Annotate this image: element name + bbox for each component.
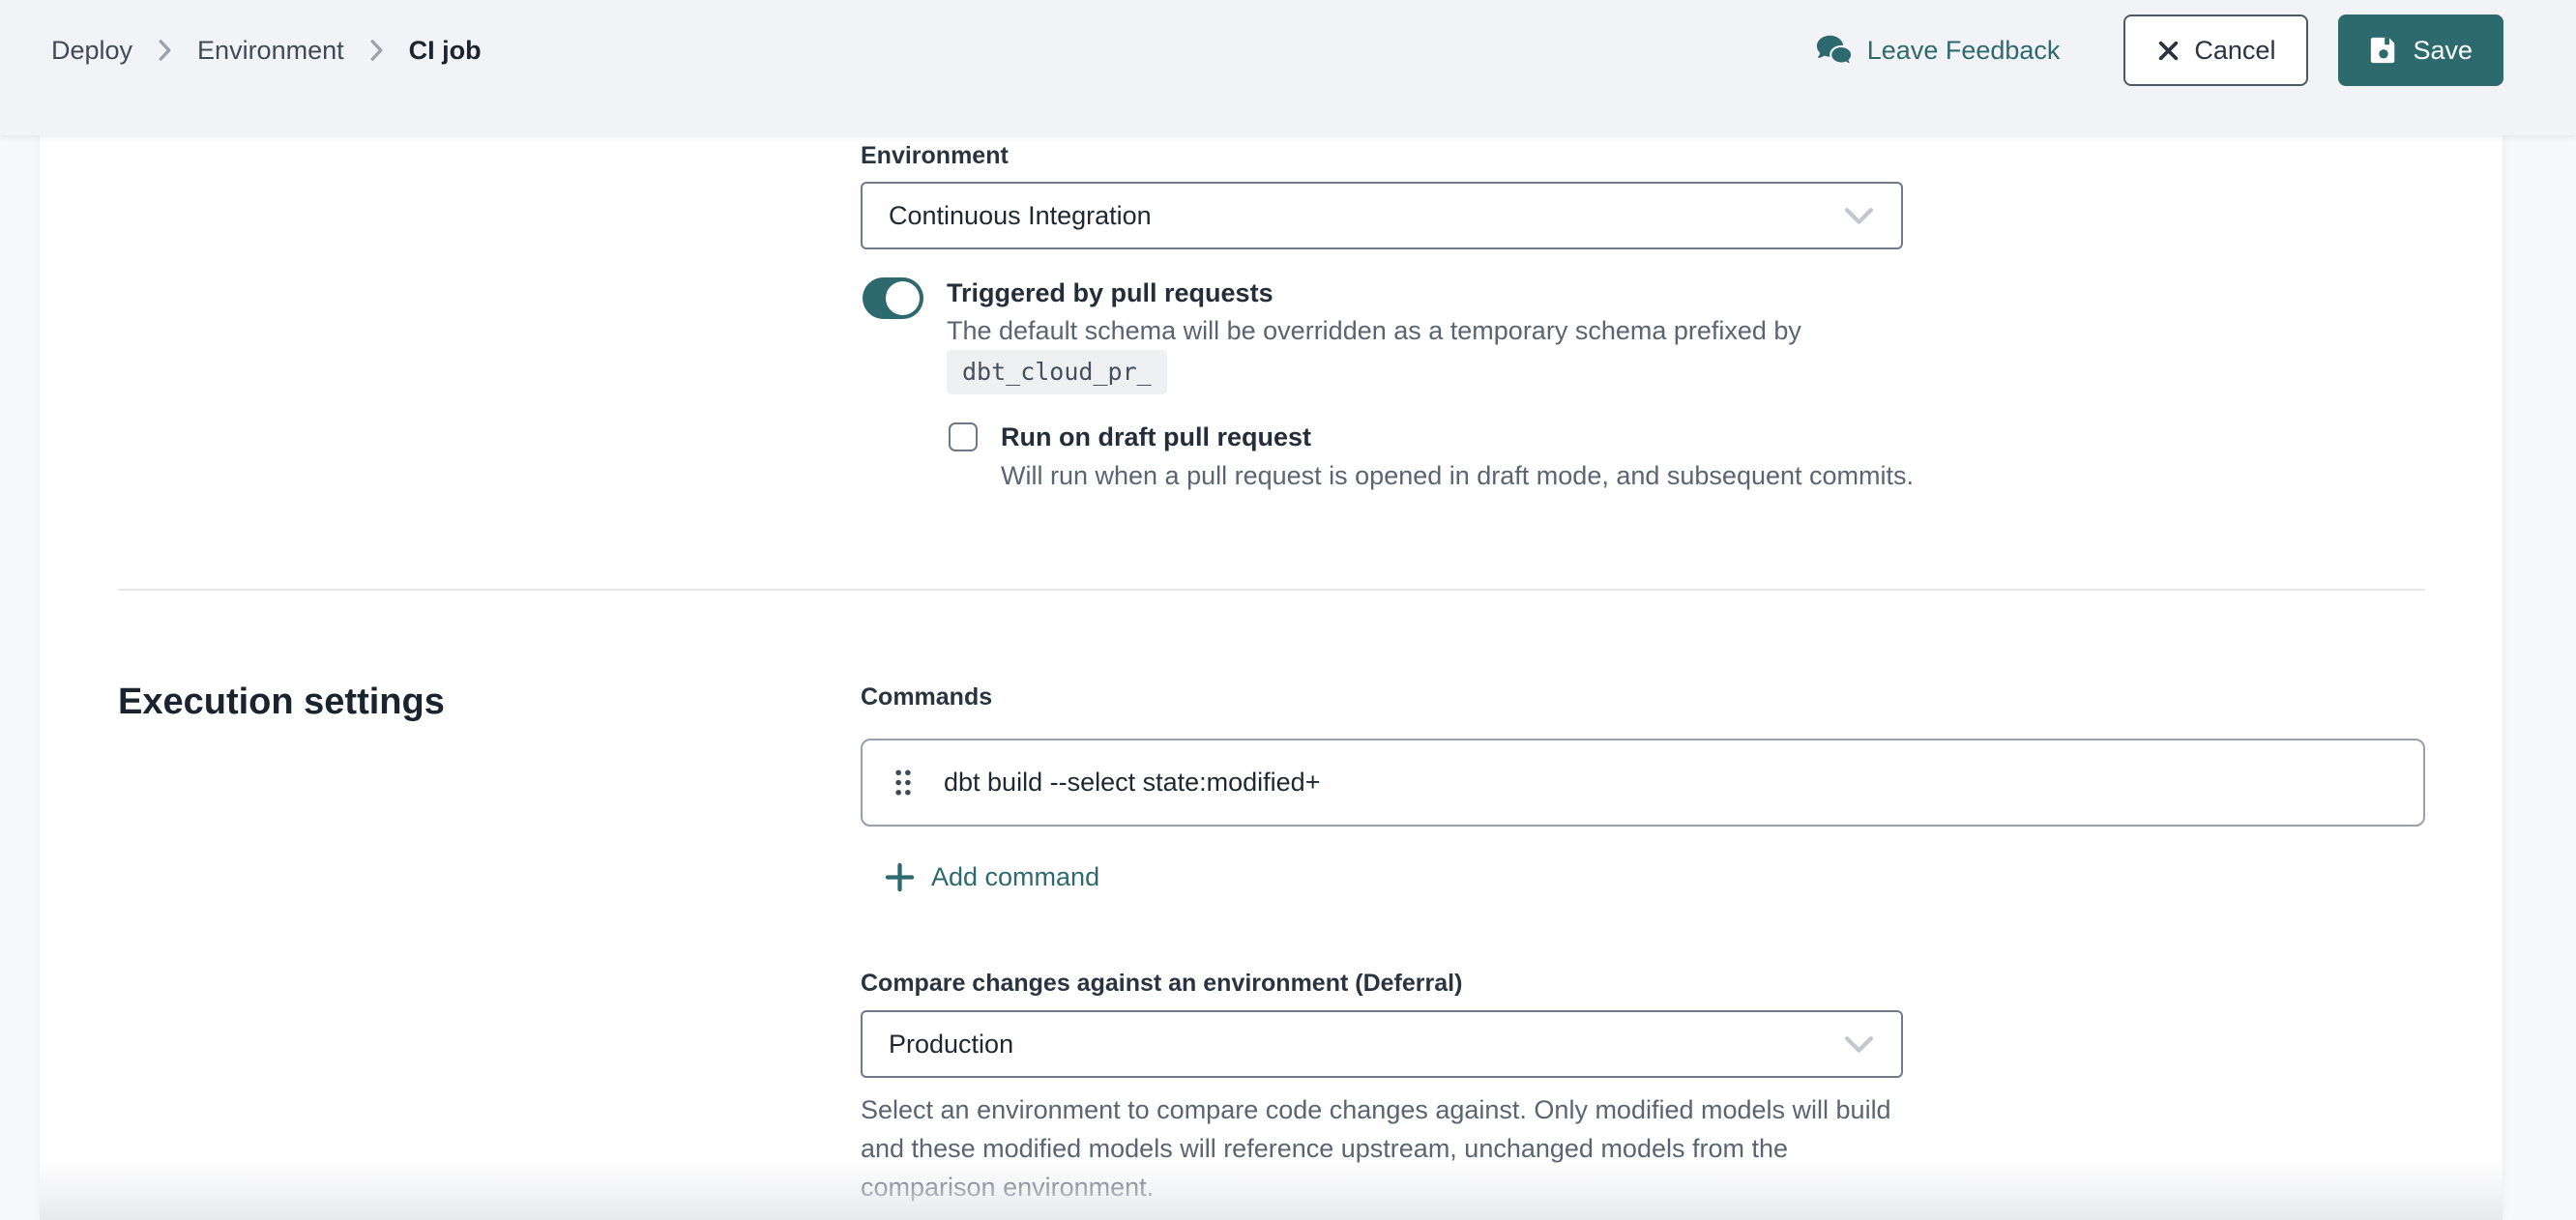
environment-select-value: Continuous Integration — [889, 201, 1152, 231]
execution-settings-title: Execution settings — [118, 682, 445, 723]
command-row[interactable]: dbt build --select state:modified+ — [861, 739, 2425, 827]
chevron-down-icon — [1843, 206, 1875, 225]
deferral-help-text: Select an environment to compare code ch… — [861, 1090, 1900, 1206]
command-input[interactable]: dbt build --select state:modified+ — [944, 768, 1320, 798]
draft-pr-description: Will run when a pull request is opened i… — [1001, 461, 1914, 491]
breadcrumb-environment[interactable]: Environment — [197, 36, 344, 66]
environment-select[interactable]: Continuous Integration — [861, 182, 1903, 249]
deferral-label: Compare changes against an environment (… — [861, 970, 1462, 998]
leave-feedback-label: Leave Feedback — [1867, 36, 2061, 66]
breadcrumb: Deploy Environment CI job — [51, 36, 482, 66]
chat-bubbles-icon — [1816, 35, 1853, 67]
x-icon — [2156, 39, 2181, 63]
pr-trigger-label: Triggered by pull requests — [947, 278, 1273, 308]
pr-trigger-description: The default schema will be overridden as… — [947, 316, 1801, 346]
environment-label: Environment — [861, 142, 1009, 170]
save-label: Save — [2413, 36, 2473, 66]
commands-label: Commands — [861, 683, 992, 712]
add-command-button[interactable]: Add command — [885, 862, 1099, 892]
breadcrumb-ci-job: CI job — [409, 36, 482, 66]
chevron-right-icon — [369, 39, 384, 62]
page-header: Deploy Environment CI job Leave Feedback — [0, 0, 2576, 135]
section-divider — [118, 589, 2425, 591]
deferral-select-value: Production — [889, 1030, 1013, 1060]
cancel-button[interactable]: Cancel — [2123, 15, 2308, 86]
ci-job-settings-page: Deploy Environment CI job Leave Feedback — [0, 0, 2576, 1220]
breadcrumb-deploy[interactable]: Deploy — [51, 36, 132, 66]
pr-trigger-toggle[interactable] — [863, 277, 923, 319]
cancel-label: Cancel — [2194, 36, 2275, 66]
header-actions: Leave Feedback Cancel Save — [1816, 15, 2503, 86]
save-button[interactable]: Save — [2338, 15, 2503, 86]
plus-icon — [885, 862, 915, 892]
floppy-disk-icon — [2369, 36, 2398, 65]
draft-pr-checkbox[interactable] — [949, 422, 978, 451]
chevron-down-icon — [1843, 1034, 1875, 1054]
leave-feedback-link[interactable]: Leave Feedback — [1816, 35, 2061, 67]
deferral-select[interactable]: Production — [861, 1010, 1903, 1078]
drag-handle-icon[interactable] — [894, 769, 912, 797]
add-command-label: Add command — [931, 862, 1099, 892]
toggle-knob — [886, 281, 920, 315]
schema-prefix-code: dbt_cloud_pr_ — [947, 350, 1167, 394]
chevron-right-icon — [158, 39, 172, 62]
draft-pr-label: Run on draft pull request — [1001, 422, 1311, 452]
